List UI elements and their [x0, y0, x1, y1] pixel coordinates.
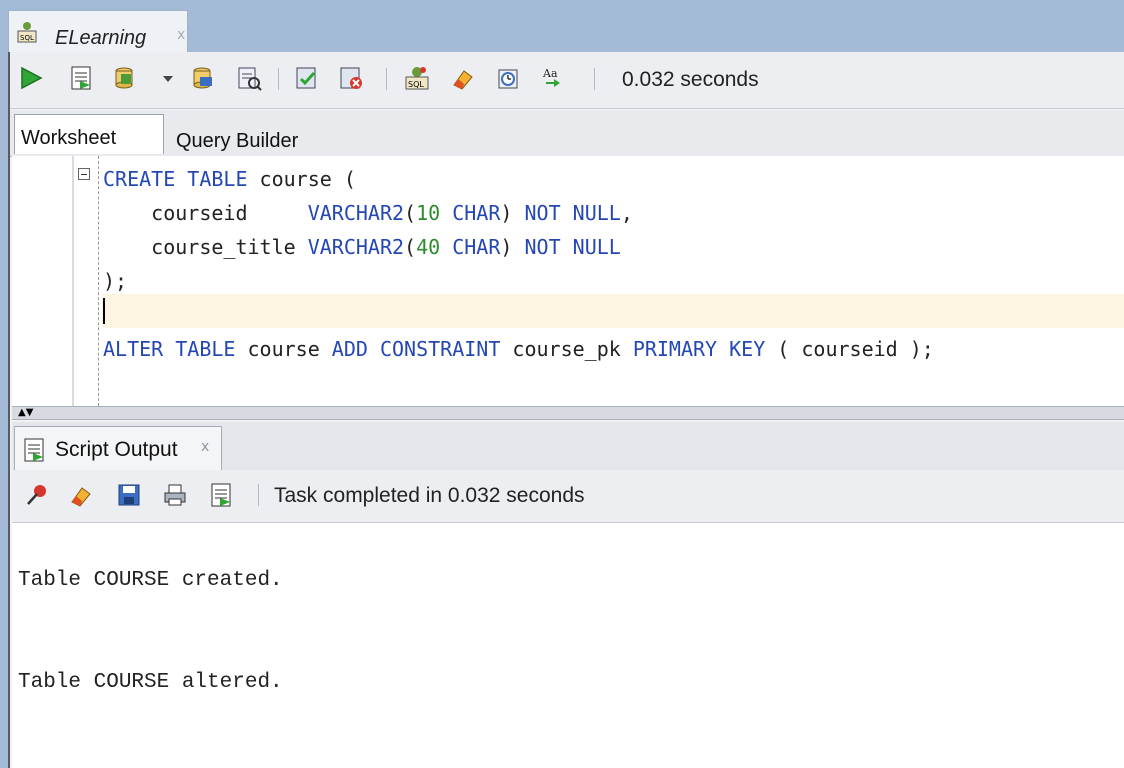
eraser-icon[interactable] [450, 65, 476, 91]
document-tab-label: ELearning [55, 27, 147, 49]
tab-script-output[interactable]: Script Output x [14, 426, 222, 470]
pin-icon[interactable] [24, 482, 50, 508]
close-icon[interactable]: x [201, 439, 209, 455]
worksheet-tabbar: Worksheet Query Builder [10, 110, 1124, 157]
sql-history-icon[interactable]: SQL [404, 65, 430, 91]
sql-text: ) [500, 201, 525, 225]
sql-number: 10 [416, 201, 441, 225]
sql-developer-window: SQL ELearning x SQL Aa 0.032 seconds Wor… [0, 0, 1124, 768]
script-output-icon [24, 438, 44, 462]
script-output-area[interactable]: Table COURSE created. Table COURSE alter… [12, 523, 1124, 768]
sql-text: courseid [103, 201, 308, 225]
sql-text: course ( [247, 167, 356, 191]
eraser-icon[interactable] [68, 482, 94, 508]
sql-keyword: NOT NULL [524, 235, 621, 259]
toolbar-separator [278, 68, 279, 90]
clock-icon[interactable] [496, 65, 522, 91]
script-output-label: Script Output [55, 438, 178, 461]
worksheet-content: SQL Aa 0.032 seconds Worksheet Query Bui… [8, 52, 1124, 768]
code-line[interactable]: ALTER TABLE course ADD CONSTRAINT course… [103, 334, 934, 364]
sql-connection-icon: SQL [17, 22, 37, 43]
svg-text:SQL: SQL [20, 34, 34, 42]
sql-keyword: CHAR [452, 201, 501, 225]
dropdown-arrow-icon[interactable] [160, 65, 176, 91]
tab-worksheet[interactable]: Worksheet [14, 114, 164, 154]
sql-editor[interactable]: CREATE TABLE course ( courseid VARCHAR2(… [12, 156, 1124, 406]
task-status-label: Task completed in 0.032 seconds [274, 484, 585, 507]
sql-text: course_title [103, 235, 308, 259]
split-arrows-icon[interactable]: ▲▼ [18, 407, 33, 419]
script-icon[interactable] [208, 482, 234, 508]
svg-text:Aa: Aa [542, 67, 558, 80]
sql-text: course [235, 337, 332, 361]
code-line[interactable]: course_title VARCHAR2(40 CHAR) NOT NULL [103, 232, 621, 262]
code-line[interactable]: courseid VARCHAR2(10 CHAR) NOT NULL, [103, 198, 633, 228]
save-icon[interactable] [116, 482, 142, 508]
execution-time-label: 0.032 seconds [622, 68, 759, 91]
text-caret [103, 298, 105, 324]
current-line-highlight [102, 294, 1124, 328]
sql-keyword: CREATE TABLE [103, 167, 248, 191]
rollback-icon[interactable] [190, 65, 216, 91]
line-gutter [12, 156, 74, 406]
sql-text: ( courseid ); [765, 337, 934, 361]
fold-guide-line [98, 156, 99, 406]
sql-number: 40 [416, 235, 441, 259]
sql-text: ) [500, 235, 525, 259]
clear-icon[interactable] [338, 65, 364, 91]
sql-text: , [620, 201, 633, 225]
svg-text:SQL: SQL [408, 80, 424, 89]
sql-keyword: NOT NULL [524, 201, 621, 225]
toolbar-separator [594, 68, 595, 90]
format-icon[interactable]: Aa [540, 65, 566, 91]
sql-keyword: ADD CONSTRAINT [331, 337, 501, 361]
explain-plan-icon[interactable] [236, 65, 262, 91]
fold-collapse-icon[interactable] [78, 168, 90, 180]
output-tabbar: Script Output x [12, 422, 1124, 470]
output-toolbar: Task completed in 0.032 seconds [12, 470, 1124, 523]
sql-text: ( [404, 235, 417, 259]
sql-keyword: PRIMARY KEY [632, 337, 766, 361]
sql-keyword: VARCHAR2 [307, 201, 405, 225]
autotrace-icon[interactable] [294, 65, 320, 91]
run-script-icon[interactable] [68, 65, 94, 91]
output-line: Table COURSE created. [18, 569, 283, 592]
output-line: Table COURSE altered. [18, 671, 283, 694]
code-line[interactable]: ); [103, 266, 127, 296]
sql-text: ( [404, 201, 417, 225]
sql-keyword: VARCHAR2 [307, 235, 405, 259]
worksheet-document-tab[interactable]: SQL ELearning x [8, 10, 188, 52]
close-icon[interactable]: x [177, 27, 185, 43]
toolbar-separator [386, 68, 387, 90]
sql-keyword: CHAR [452, 235, 501, 259]
tab-query-builder[interactable]: Query Builder [176, 114, 336, 154]
worksheet-toolbar: SQL Aa 0.032 seconds [10, 52, 1124, 109]
commit-icon[interactable] [112, 65, 138, 91]
sql-keyword: ALTER TABLE [103, 337, 236, 361]
print-icon[interactable] [162, 482, 188, 508]
toolbar-separator [258, 484, 259, 506]
code-line[interactable]: CREATE TABLE course ( [103, 164, 356, 194]
panel-splitter[interactable]: ▲▼ [12, 406, 1124, 420]
sql-text: ); [103, 269, 128, 293]
sql-text: course_pk [500, 337, 633, 361]
run-statement-icon[interactable] [18, 65, 44, 91]
